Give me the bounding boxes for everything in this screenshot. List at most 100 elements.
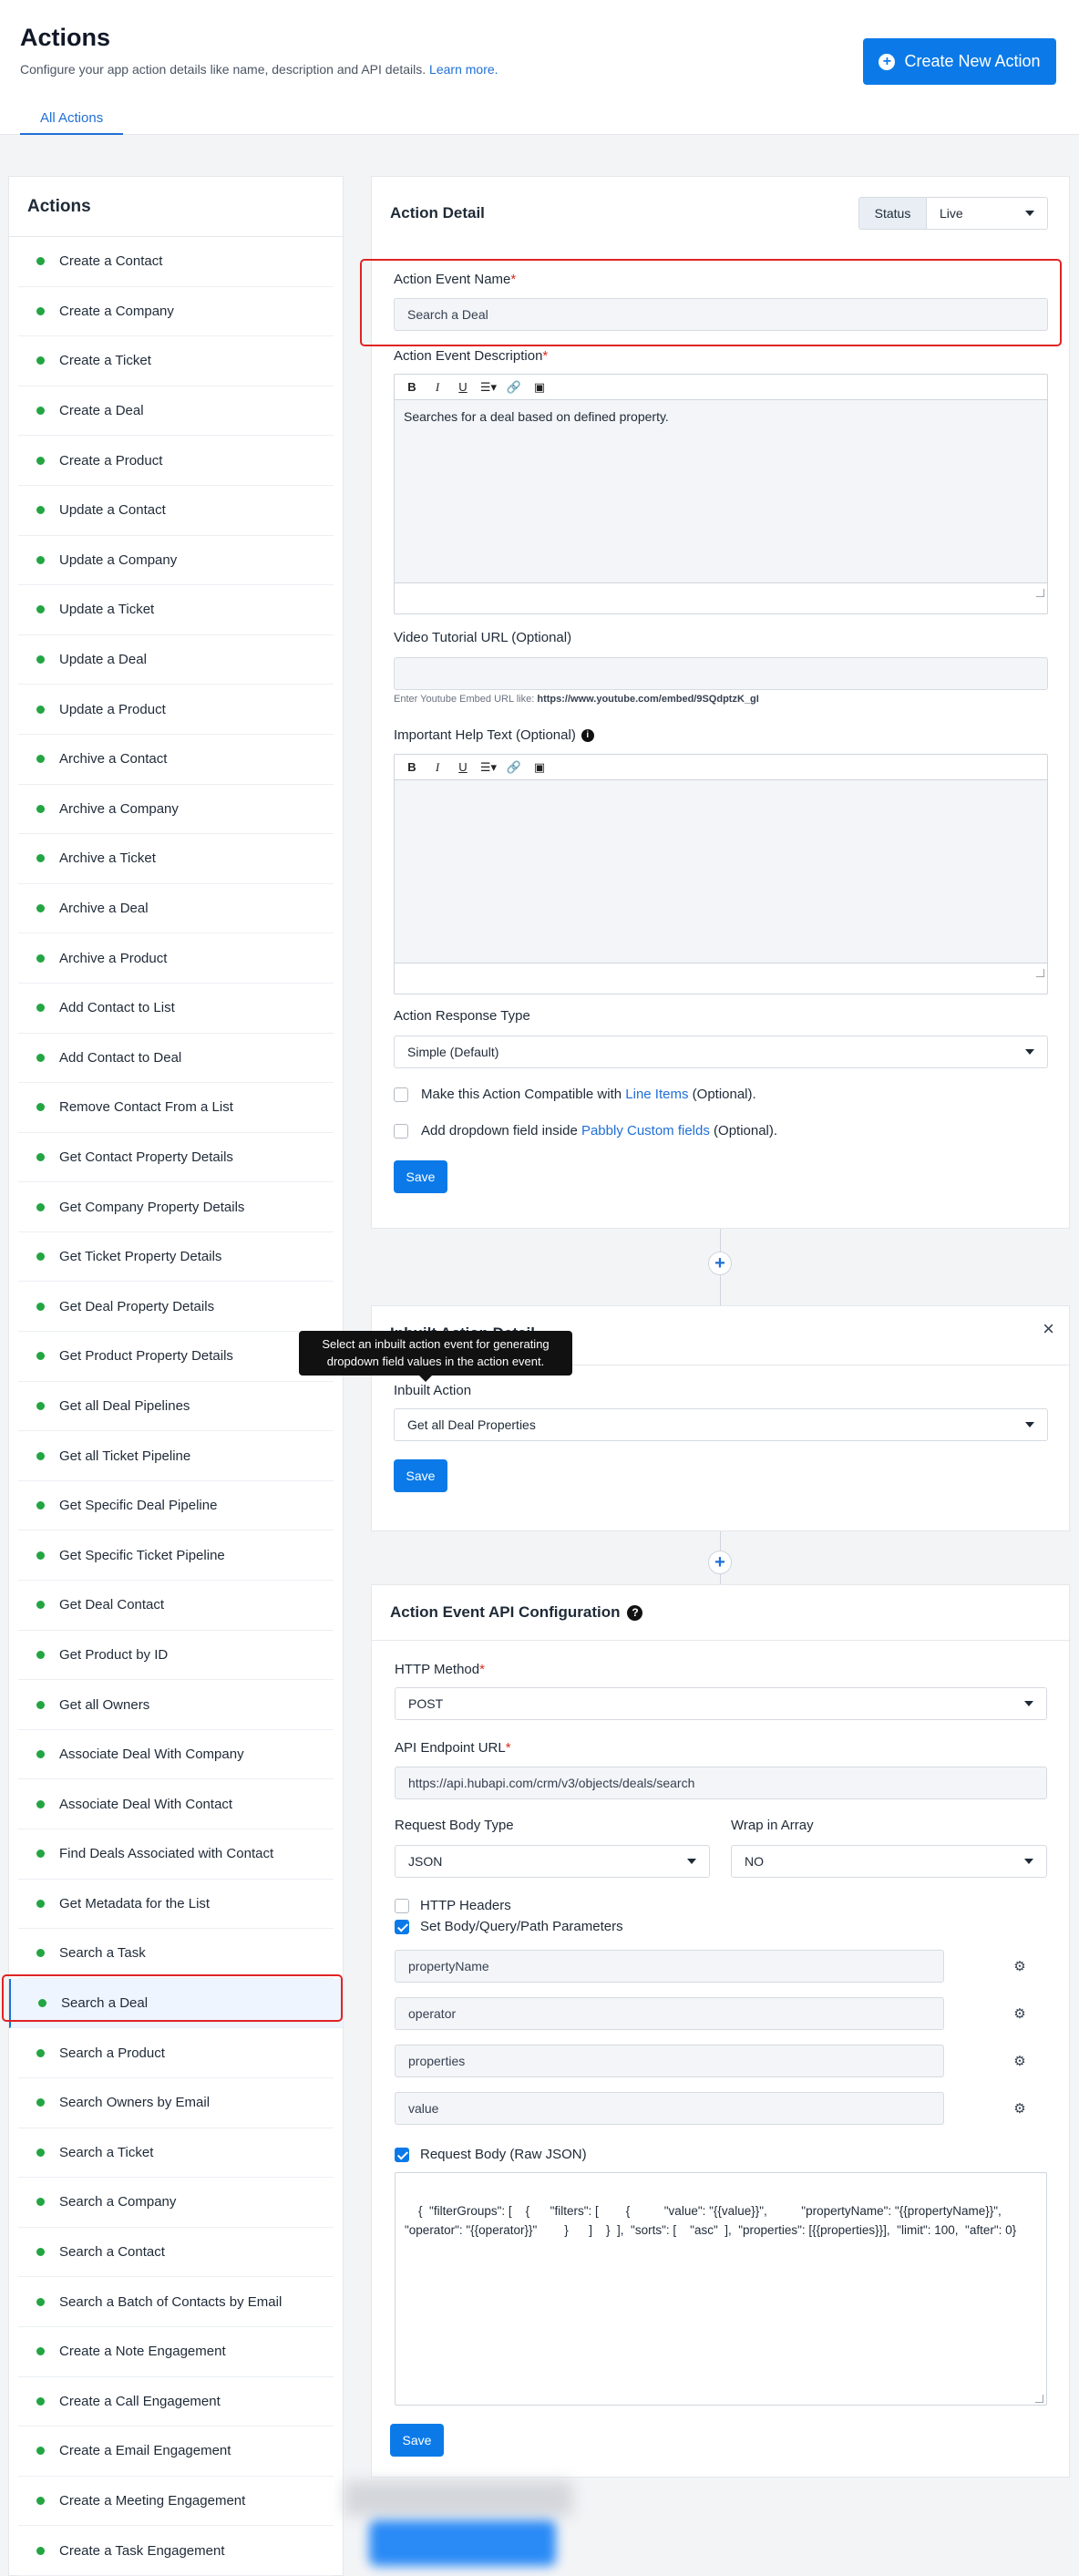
sidebar-item[interactable]: Create a Meeting Engagement xyxy=(18,2477,334,2527)
raw-body-checkbox[interactable] xyxy=(395,2147,409,2162)
close-icon[interactable]: × xyxy=(1043,1317,1054,1341)
http-method-select[interactable]: POST xyxy=(395,1687,1047,1720)
sidebar-item[interactable]: Search Owners by Email xyxy=(18,2078,334,2128)
sidebar-item[interactable]: Update a Product xyxy=(18,685,334,735)
gear-icon[interactable]: ⚙ xyxy=(1008,1954,1032,1978)
body-type-select[interactable]: JSON xyxy=(395,1845,710,1878)
gear-icon[interactable]: ⚙ xyxy=(1008,2002,1032,2025)
sidebar-item[interactable]: Archive a Product xyxy=(18,933,334,984)
sidebar-item[interactable]: Get Deal Contact xyxy=(18,1581,334,1631)
sidebar-item[interactable]: Update a Deal xyxy=(18,635,334,685)
add-step-plus-icon[interactable]: + xyxy=(708,1551,732,1574)
sidebar-item[interactable]: Archive a Deal xyxy=(18,884,334,934)
resize-handle-icon[interactable] xyxy=(1036,969,1044,977)
link-icon[interactable]: 🔗 xyxy=(504,377,524,397)
custom-fields-checkbox[interactable] xyxy=(394,1123,408,1139)
sidebar-item[interactable]: Create a Product xyxy=(18,436,334,486)
help-text-body[interactable] xyxy=(395,780,1047,963)
sidebar-item[interactable]: Get all Ticket Pipeline xyxy=(18,1431,334,1481)
sidebar-item[interactable]: Get Product by ID xyxy=(18,1631,334,1681)
learn-more-link[interactable]: Learn more. xyxy=(429,62,498,77)
sidebar-item[interactable]: Create a Contact xyxy=(18,237,334,287)
italic-icon[interactable]: I xyxy=(427,757,447,778)
underline-icon[interactable]: U xyxy=(453,757,473,778)
param-input[interactable]: properties xyxy=(395,2045,944,2077)
sidebar-item[interactable]: Get all Deal Pipelines xyxy=(18,1382,334,1432)
action-detail-save-button[interactable]: Save xyxy=(394,1160,447,1193)
sidebar-item[interactable]: Create a Company xyxy=(18,287,334,337)
link-icon[interactable]: 🔗 xyxy=(504,757,524,778)
params-checkbox[interactable] xyxy=(395,1919,409,1934)
line-items-link[interactable]: Line Items xyxy=(625,1087,688,1102)
sidebar-item[interactable]: Get Specific Ticket Pipeline xyxy=(18,1530,334,1582)
create-new-action-button[interactable]: + Create New Action xyxy=(863,38,1056,85)
info-icon[interactable]: i xyxy=(581,728,594,742)
custom-fields-link[interactable]: Pabbly Custom fields xyxy=(581,1123,710,1139)
param-input[interactable]: operator xyxy=(395,1997,944,2030)
sidebar-item[interactable]: Search a Ticket xyxy=(18,2128,334,2179)
sidebar-item[interactable]: Create a Deal xyxy=(18,386,334,437)
line-items-checkbox[interactable] xyxy=(394,1087,408,1102)
sidebar-item[interactable]: Get Company Property Details xyxy=(18,1182,334,1232)
inbuilt-action-select[interactable]: Get all Deal Properties xyxy=(394,1408,1048,1441)
gear-icon[interactable]: ⚙ xyxy=(1008,2049,1032,2073)
sidebar-item[interactable]: Get all Owners xyxy=(18,1680,334,1730)
sidebar-item[interactable]: Get Contact Property Details xyxy=(18,1133,334,1183)
description-text[interactable]: Searches for a deal based on defined pro… xyxy=(395,400,1047,582)
sidebar-item[interactable]: Create a Call Engagement xyxy=(18,2377,334,2427)
sidebar-item[interactable]: Search a Contact xyxy=(18,2228,334,2278)
image-icon[interactable]: ▣ xyxy=(529,757,550,778)
help-text-editor[interactable]: B I U ☰▾ 🔗 ▣ xyxy=(394,754,1048,994)
sidebar-item[interactable]: Update a Contact xyxy=(18,486,334,536)
wrap-array-select[interactable]: NO xyxy=(731,1845,1047,1878)
list-icon[interactable]: ☰▾ xyxy=(478,757,498,778)
sidebar-item[interactable]: Search a Task xyxy=(18,1929,334,1979)
api-config-save-button[interactable]: Save xyxy=(390,2424,444,2457)
sidebar-item[interactable]: Create a Email Engagement xyxy=(18,2427,334,2477)
gear-icon[interactable]: ⚙ xyxy=(1008,2097,1032,2120)
sidebar-item[interactable]: Update a Company xyxy=(18,536,334,586)
sidebar-item[interactable]: Get Deal Property Details xyxy=(18,1282,334,1333)
bold-icon[interactable]: B xyxy=(402,377,422,397)
response-type-select[interactable]: Simple (Default) xyxy=(394,1036,1048,1068)
resize-handle-icon[interactable] xyxy=(1035,2395,1043,2403)
status-select[interactable]: Live xyxy=(926,197,1048,230)
sidebar-item[interactable]: Get Metadata for the List xyxy=(18,1880,334,1930)
sidebar-item[interactable]: Create a Ticket xyxy=(18,336,334,386)
sidebar-item[interactable]: Update a Ticket xyxy=(18,585,334,635)
sidebar-item[interactable]: Add Contact to List xyxy=(18,984,334,1034)
image-icon[interactable]: ▣ xyxy=(529,377,550,397)
sidebar-item[interactable]: Get Specific Deal Pipeline xyxy=(18,1481,334,1531)
sidebar-item[interactable]: Search a Deal xyxy=(9,1978,343,2029)
sidebar-item[interactable]: Get Ticket Property Details xyxy=(18,1232,334,1283)
sidebar-item[interactable]: Find Deals Associated with Contact xyxy=(18,1829,334,1880)
video-url-input[interactable] xyxy=(394,657,1048,690)
param-input[interactable]: value xyxy=(395,2092,944,2125)
sidebar-item[interactable]: Archive a Company xyxy=(18,785,334,835)
event-name-input[interactable]: Search a Deal xyxy=(394,298,1048,331)
add-step-plus-icon[interactable]: + xyxy=(708,1252,732,1275)
sidebar-item[interactable]: Create a Note Engagement xyxy=(18,2327,334,2377)
sidebar-item[interactable]: Archive a Contact xyxy=(18,735,334,785)
resize-handle-icon[interactable] xyxy=(1036,589,1044,597)
sidebar-item[interactable]: Remove Contact From a List xyxy=(18,1083,334,1133)
sidebar-item[interactable]: Search a Product xyxy=(18,2028,334,2078)
italic-icon[interactable]: I xyxy=(427,377,447,397)
inbuilt-action-save-button[interactable]: Save xyxy=(394,1459,447,1492)
tab-all-actions[interactable]: All Actions xyxy=(20,102,124,135)
list-icon[interactable]: ☰▾ xyxy=(478,377,498,397)
description-editor[interactable]: B I U ☰▾ 🔗 ▣ Searches for a deal based o… xyxy=(394,374,1048,614)
underline-icon[interactable]: U xyxy=(453,377,473,397)
raw-body-textarea[interactable]: { "filterGroups": [ { "filters": [ { "va… xyxy=(395,2172,1047,2406)
param-input[interactable]: propertyName xyxy=(395,1950,944,1983)
sidebar-item[interactable]: Create a Task Engagement xyxy=(18,2526,334,2576)
bold-icon[interactable]: B xyxy=(402,757,422,778)
sidebar-item[interactable]: Add Contact to Deal xyxy=(18,1034,334,1084)
sidebar-item[interactable]: Get Product Property Details xyxy=(18,1332,334,1382)
sidebar-item[interactable]: Search a Batch of Contacts by Email xyxy=(18,2277,334,2327)
sidebar-item[interactable]: Archive a Ticket xyxy=(18,834,334,884)
sidebar-item[interactable]: Associate Deal With Company xyxy=(18,1730,334,1780)
sidebar-item[interactable]: Associate Deal With Contact xyxy=(18,1779,334,1829)
help-circle-icon[interactable]: ? xyxy=(627,1604,643,1621)
sidebar-item[interactable]: Search a Company xyxy=(18,2178,334,2228)
